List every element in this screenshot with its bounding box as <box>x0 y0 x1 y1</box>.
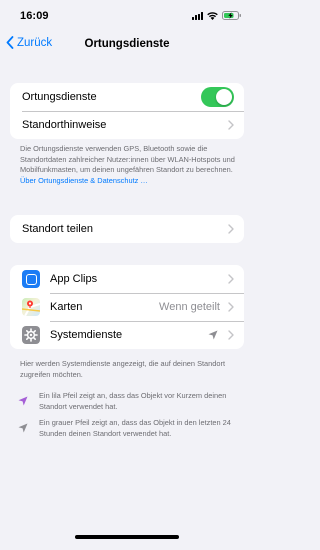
battery-charging-icon <box>222 11 242 20</box>
cellular-signal-icon <box>192 11 203 20</box>
chevron-right-icon <box>228 224 234 234</box>
location-services-description: Die Ortungsdienste verwenden GPS, Blueto… <box>20 144 236 186</box>
toggle-knob <box>216 89 232 105</box>
back-button-label: Zurück <box>17 36 53 49</box>
privacy-link[interactable]: Über Ortungsdienste & Datenschutz … <box>20 176 148 185</box>
status-time: 16:09 <box>20 10 49 22</box>
permission-value: Wenn geteilt <box>159 301 220 313</box>
chevron-right-icon <box>228 274 234 284</box>
chevron-right-icon <box>228 302 234 312</box>
status-icons <box>192 11 242 20</box>
location-services-group: Ortungsdienste Standorthinweise <box>10 83 244 139</box>
status-bar: 16:09 <box>0 0 254 30</box>
purple-location-arrow-icon <box>18 391 30 412</box>
location-alerts-row[interactable]: Standorthinweise <box>10 111 244 139</box>
wifi-icon <box>207 11 218 20</box>
navigation-bar: Zurück Ortungsdienste <box>0 30 254 60</box>
share-location-label: Standort teilen <box>22 223 93 235</box>
legend-gray-text: Ein grauer Pfeil zeigt an, dass das Obje… <box>39 418 231 438</box>
maps-icon <box>22 298 40 316</box>
description-text: Die Ortungsdienste verwenden GPS, Blueto… <box>20 144 235 174</box>
legend-purple-text: Ein lila Pfeil zeigt an, dass das Objekt… <box>39 391 227 411</box>
chevron-left-icon <box>6 36 14 49</box>
gray-location-arrow-icon <box>18 418 30 439</box>
app-clips-icon <box>22 270 40 288</box>
app-row-system-services[interactable]: Systemdienste <box>10 321 244 349</box>
legend-gray-arrow: Ein grauer Pfeil zeigt an, dass das Obje… <box>18 418 238 439</box>
chevron-right-icon <box>228 330 234 340</box>
system-services-description: Hier werden Systemdienste angezeigt, die… <box>20 359 226 379</box>
share-location-group: Standort teilen <box>10 215 244 243</box>
apps-group: App Clips Karten Wenn geteilt Systemdien… <box>10 265 244 349</box>
home-indicator[interactable] <box>75 535 179 539</box>
app-row-app-clips[interactable]: App Clips <box>10 265 244 293</box>
app-name: App Clips <box>50 273 98 285</box>
back-button[interactable]: Zurück <box>6 36 52 49</box>
location-alerts-label: Standorthinweise <box>22 119 107 131</box>
location-services-row: Ortungsdienste <box>10 83 244 111</box>
location-arrow-icon <box>208 330 218 340</box>
location-services-toggle[interactable] <box>201 87 234 107</box>
share-location-row[interactable]: Standort teilen <box>10 215 244 243</box>
legend-purple-arrow: Ein lila Pfeil zeigt an, dass das Objekt… <box>18 391 238 412</box>
app-row-maps[interactable]: Karten Wenn geteilt <box>10 293 244 321</box>
gear-icon <box>22 326 40 344</box>
chevron-right-icon <box>228 120 234 130</box>
screen: 16:09 Zurück Ortungsdienste Ortungsdiens… <box>0 0 254 550</box>
